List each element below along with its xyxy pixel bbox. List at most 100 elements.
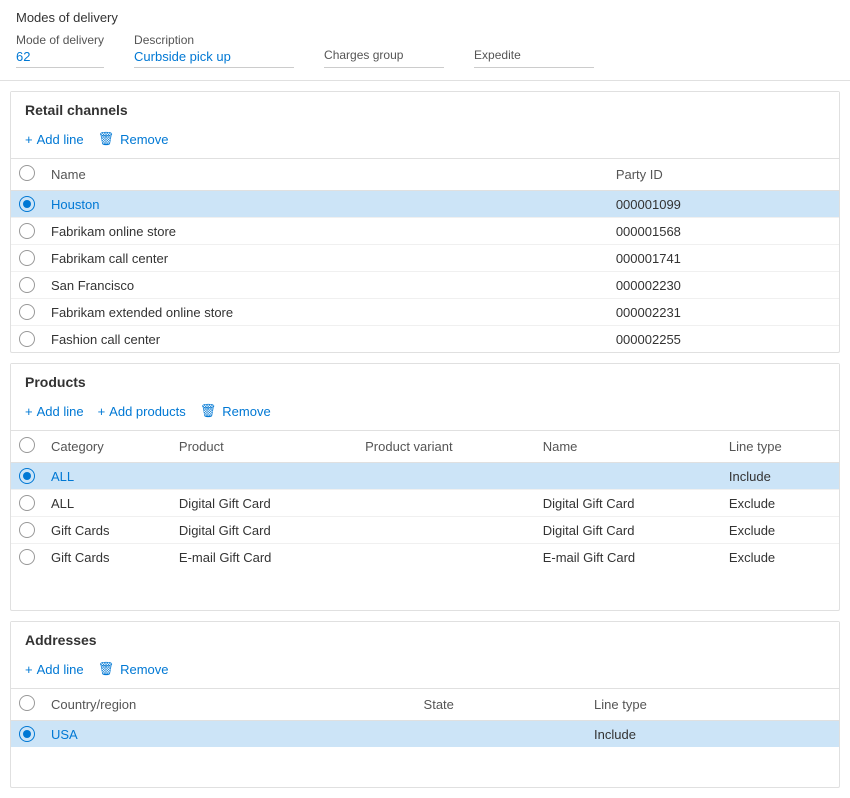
table-row[interactable]: San Francisco000002230 [11, 272, 839, 299]
addresses-toolbar: + Add line 🗑 Remove [25, 656, 825, 682]
addresses-select-col-header [11, 689, 43, 721]
products-name-cell: E-mail Gift Card [535, 544, 721, 571]
table-row[interactable]: Fashion call center000002255 [11, 326, 839, 353]
products-toolbar: + Add line + Add products 🗑 Remove [25, 398, 825, 424]
radio-button[interactable] [19, 549, 35, 565]
modes-field-row: Mode of delivery 62 Description Curbside… [16, 33, 834, 68]
addresses-empty-space [11, 747, 839, 787]
products-category-col-header: Category [43, 431, 171, 463]
mode-of-delivery-value[interactable]: 62 [16, 49, 104, 68]
products-linetype-cell: Include [721, 463, 839, 490]
radio-button[interactable] [19, 196, 35, 212]
plus-icon: + [25, 404, 33, 419]
retail-partyid-col-header: Party ID [608, 159, 839, 191]
addresses-remove-button[interactable]: 🗑 Remove [98, 661, 169, 677]
table-row[interactable]: Gift CardsE-mail Gift CardE-mail Gift Ca… [11, 544, 839, 571]
products-name-cell: Digital Gift Card [535, 490, 721, 517]
table-row[interactable]: Fabrikam extended online store000002231 [11, 299, 839, 326]
retail-partyid-cell: 000002255 [608, 326, 839, 353]
retail-channels-toolbar: + Add line 🗑 Remove [25, 126, 825, 152]
table-row[interactable]: Gift CardsDigital Gift CardDigital Gift … [11, 517, 839, 544]
addresses-country-cell: USA [43, 721, 416, 748]
products-product-cell: E-mail Gift Card [171, 544, 357, 571]
products-select-col-header [11, 431, 43, 463]
trash-icon: 🗑 [98, 661, 115, 677]
row-radio-cell[interactable] [11, 463, 43, 490]
description-field: Description Curbside pick up [134, 33, 294, 68]
plus-icon: + [25, 662, 33, 677]
addresses-header-checkbox[interactable] [19, 695, 35, 711]
products-add-line-button[interactable]: + Add line [25, 404, 84, 419]
retail-name-cell: Fashion call center [43, 326, 608, 353]
radio-button[interactable] [19, 495, 35, 511]
row-radio-cell[interactable] [11, 299, 43, 326]
products-product-cell: Digital Gift Card [171, 517, 357, 544]
retail-add-line-button[interactable]: + Add line [25, 132, 84, 147]
trash-icon: 🗑 [98, 131, 115, 147]
table-row[interactable]: Houston000001099 [11, 191, 839, 218]
row-radio-cell[interactable] [11, 721, 43, 748]
radio-button[interactable] [19, 250, 35, 266]
table-row[interactable]: Fabrikam call center000001741 [11, 245, 839, 272]
products-remove-button[interactable]: 🗑 Remove [200, 403, 271, 419]
radio-button[interactable] [19, 726, 35, 742]
row-radio-cell[interactable] [11, 544, 43, 571]
products-linetype-col-header: Line type [721, 431, 839, 463]
radio-button[interactable] [19, 468, 35, 484]
row-radio-cell[interactable] [11, 272, 43, 299]
radio-button[interactable] [19, 223, 35, 239]
products-name-cell: Digital Gift Card [535, 517, 721, 544]
modes-section-title: Modes of delivery [16, 10, 834, 25]
addresses-linetype-cell: Include [586, 721, 839, 748]
row-radio-cell[interactable] [11, 218, 43, 245]
plus-icon: + [25, 132, 33, 147]
radio-button[interactable] [19, 522, 35, 538]
products-table-container: Category Product Product variant Name Li… [11, 431, 839, 610]
table-row[interactable]: ALLDigital Gift CardDigital Gift CardExc… [11, 490, 839, 517]
addresses-panel: Addresses + Add line 🗑 Remove Country/re… [10, 621, 840, 788]
addresses-table-container: Country/region State Line type USAInclud… [11, 689, 839, 787]
products-category-cell: Gift Cards [43, 517, 171, 544]
products-category-cell: ALL [43, 463, 171, 490]
retail-channels-table-container: Name Party ID Houston000001099Fabrikam o… [11, 159, 839, 352]
retail-remove-button[interactable]: 🗑 Remove [98, 131, 169, 147]
row-radio-cell[interactable] [11, 326, 43, 353]
retail-name-col-header: Name [43, 159, 608, 191]
products-variant-cell [357, 490, 535, 517]
products-empty-space [11, 570, 839, 610]
row-radio-cell[interactable] [11, 517, 43, 544]
retail-partyid-cell: 000001741 [608, 245, 839, 272]
radio-button[interactable] [19, 304, 35, 320]
row-radio-cell[interactable] [11, 245, 43, 272]
table-row[interactable]: ALL Include [11, 463, 839, 490]
retail-name-cell: San Francisco [43, 272, 608, 299]
radio-button[interactable] [19, 277, 35, 293]
products-product-cell: Digital Gift Card [171, 490, 357, 517]
charges-group-value[interactable] [324, 64, 444, 68]
retail-name-cell: Fabrikam call center [43, 245, 608, 272]
radio-button[interactable] [19, 331, 35, 347]
plus-icon: + [98, 404, 106, 419]
retail-partyid-cell: 000002230 [608, 272, 839, 299]
description-value[interactable]: Curbside pick up [134, 49, 294, 68]
retail-channels-title: Retail channels [25, 102, 825, 118]
retail-name-cell: Fabrikam online store [43, 218, 608, 245]
addresses-table: Country/region State Line type USAInclud… [11, 689, 839, 747]
charges-group-field: Charges group [324, 48, 444, 68]
row-radio-cell[interactable] [11, 490, 43, 517]
table-row[interactable]: Fabrikam online store000001568 [11, 218, 839, 245]
products-linetype-cell: Exclude [721, 517, 839, 544]
addresses-linetype-col-header: Line type [586, 689, 839, 721]
products-header-checkbox[interactable] [19, 437, 35, 453]
products-name-cell [535, 463, 721, 490]
addresses-add-line-button[interactable]: + Add line [25, 662, 84, 677]
expedite-value[interactable] [474, 64, 594, 68]
products-add-products-button[interactable]: + Add products [98, 404, 186, 419]
retail-partyid-cell: 000001099 [608, 191, 839, 218]
table-row[interactable]: USA Include [11, 721, 839, 748]
addresses-header: Addresses + Add line 🗑 Remove [11, 622, 839, 689]
products-name-col-header: Name [535, 431, 721, 463]
retail-name-cell: Houston [43, 191, 608, 218]
retail-header-checkbox[interactable] [19, 165, 35, 181]
row-radio-cell[interactable] [11, 191, 43, 218]
